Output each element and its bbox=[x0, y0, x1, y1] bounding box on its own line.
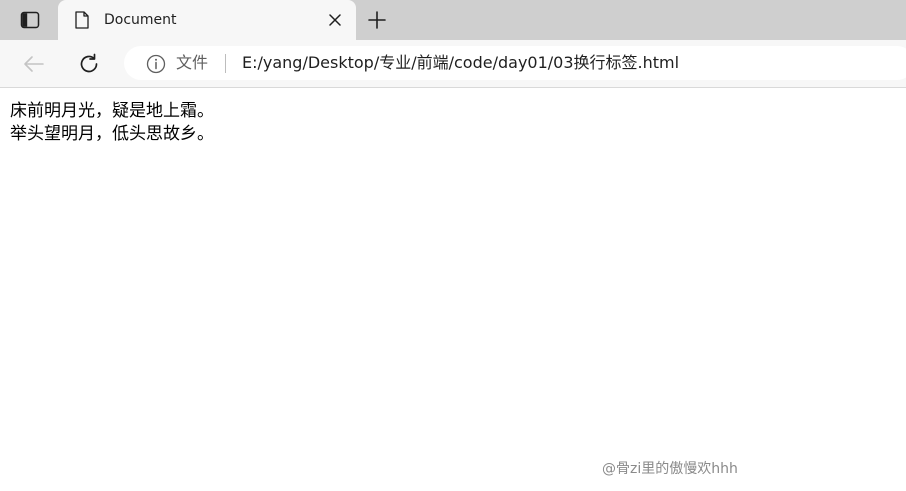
address-divider bbox=[225, 54, 226, 73]
watermark: @骨zi里的傲慢欢hhh bbox=[602, 461, 738, 477]
poem-line-1: 床前明月光，疑是地上霜。 bbox=[10, 101, 214, 121]
poem-line-2: 举头望明月，低头思故乡。 bbox=[10, 124, 214, 144]
tab-strip: Document bbox=[0, 0, 906, 40]
plus-icon bbox=[368, 11, 386, 29]
page-content: 床前明月光，疑是地上霜。 举头望明月，低头思故乡。 @骨zi里的傲慢欢hhh bbox=[0, 88, 906, 491]
address-bar[interactable]: 文件 E:/yang/Desktop/专业/前端/code/day01/03换行… bbox=[124, 46, 906, 80]
browser-toolbar: 文件 E:/yang/Desktop/专业/前端/code/day01/03换行… bbox=[0, 40, 906, 88]
scheme-label: 文件 bbox=[176, 53, 209, 72]
tab-close-button[interactable] bbox=[326, 11, 344, 29]
reload-icon bbox=[80, 53, 98, 73]
tab-title: Document bbox=[104, 12, 177, 28]
back-arrow-icon bbox=[24, 56, 44, 72]
close-icon bbox=[329, 14, 341, 26]
tab-actions-button[interactable] bbox=[14, 8, 46, 32]
reload-button[interactable] bbox=[74, 50, 104, 78]
info-icon[interactable] bbox=[146, 54, 166, 74]
poem-text: 床前明月光，疑是地上霜。 举头望明月，低头思故乡。 bbox=[10, 100, 214, 146]
back-button[interactable] bbox=[20, 51, 48, 77]
new-tab-button[interactable] bbox=[364, 8, 390, 32]
tab-document[interactable]: Document bbox=[58, 0, 356, 40]
browser-window: Document 文件 E:/yang/Desktop/专业/前端/code/d… bbox=[0, 0, 906, 491]
document-icon bbox=[75, 11, 89, 29]
url-text[interactable]: E:/yang/Desktop/专业/前端/code/day01/03换行标签.… bbox=[242, 53, 679, 73]
tab-actions-icon bbox=[20, 11, 40, 29]
